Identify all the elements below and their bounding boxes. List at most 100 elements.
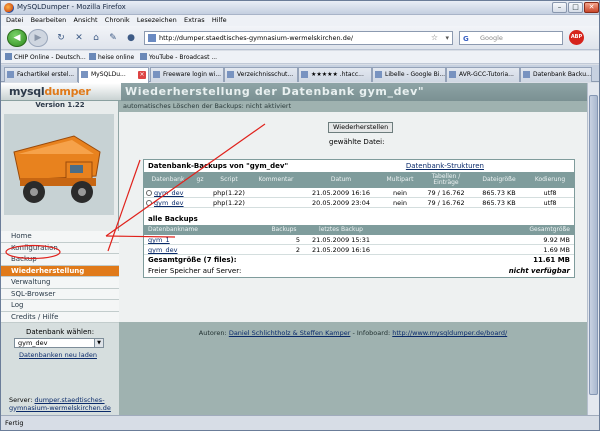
- server-info: Server: dumper.staedtisches-gymnasium-we…: [9, 396, 115, 412]
- tab-4[interactable]: ★★★★★ .htacc...: [298, 67, 372, 82]
- vertical-scrollbar[interactable]: [587, 83, 599, 415]
- table-row[interactable]: gym_dev php(1.22) 20.05.2009 23:04 nein …: [144, 198, 574, 208]
- col-dbname[interactable]: Datenbankname: [144, 225, 262, 235]
- tab-favicon-icon: [523, 71, 530, 78]
- chevron-down-icon[interactable]: ▼: [94, 339, 103, 347]
- url-bar[interactable]: http://dumper.staedtisches-gymnasium-wer…: [144, 31, 453, 45]
- db-structures-link[interactable]: Datenbank-Strukturen: [406, 160, 484, 172]
- tools-icon[interactable]: ✎: [107, 32, 119, 44]
- reload-icon[interactable]: ↻: [55, 32, 67, 44]
- home-icon[interactable]: ⌂: [90, 32, 102, 44]
- backup-radio[interactable]: [146, 200, 152, 206]
- menu-history[interactable]: Chronik: [105, 15, 130, 26]
- col-tables-entries[interactable]: Tabellen / Einträge: [420, 173, 472, 187]
- free-space-label: Freier Speicher auf Server:: [148, 267, 242, 275]
- scrollbar-thumb[interactable]: [589, 95, 598, 395]
- col-script[interactable]: Script: [208, 176, 250, 184]
- col-last-backup[interactable]: letztes Backup: [306, 225, 376, 235]
- col-gz[interactable]: gz: [192, 176, 208, 184]
- bookmark-youtube[interactable]: YouTube - Broadcast ...: [140, 53, 217, 61]
- tab-2[interactable]: Freeware login wi...: [150, 67, 224, 82]
- bookmark-chip[interactable]: CHIP Online - Deutsch...: [5, 53, 86, 61]
- bookmark-heise[interactable]: heise online: [89, 53, 134, 61]
- footer-infoboard-label: - Infoboard:: [352, 329, 391, 337]
- footer-infoboard-link[interactable]: http://www.mysqldumper.de/board/: [392, 329, 507, 337]
- tab-favicon-icon: [449, 71, 456, 78]
- footer-authors-label: Autoren:: [198, 329, 227, 337]
- backups-table: Datenbank-Backups von "gym_dev" Datenban…: [143, 159, 575, 278]
- browser-window: MySQLDumper - Mozilla Firefox – □ ✕ Date…: [0, 0, 600, 431]
- table-row[interactable]: gym_dev php(1.22) 21.05.2009 16:16 nein …: [144, 188, 574, 198]
- tab-favicon-icon: [7, 71, 14, 78]
- search-placeholder: Google: [480, 34, 503, 42]
- menu-help[interactable]: Hilfe: [212, 15, 227, 26]
- title-bar: MySQLDumper - Mozilla Firefox – □ ✕: [1, 1, 599, 15]
- menu-item-configuration[interactable]: Konfiguration: [1, 242, 119, 254]
- menu-item-log[interactable]: Log: [1, 300, 119, 312]
- backup-radio[interactable]: [146, 190, 152, 196]
- forward-icon[interactable]: ▶: [28, 29, 48, 47]
- menu-item-sql-browser[interactable]: SQL-Browser: [1, 288, 119, 300]
- col-comment[interactable]: Kommentar: [250, 176, 302, 184]
- mysqldumper-page: mysqldumper Wiederherstellung der Datenb…: [1, 83, 587, 415]
- col-backups[interactable]: Backups: [262, 225, 306, 235]
- menu-item-backup[interactable]: Backup: [1, 254, 119, 266]
- col-total-size[interactable]: Gesamtgröße: [376, 225, 574, 235]
- close-icon[interactable]: ✕: [584, 2, 599, 13]
- bookmark-favicon-icon: [89, 53, 96, 60]
- tab-7[interactable]: Datenbank Backu...: [520, 67, 592, 82]
- total-size-label: Gesamtgröße (7 files):: [148, 256, 237, 264]
- adblock-icon[interactable]: ABP: [569, 30, 584, 45]
- sync-icon[interactable]: ●: [125, 32, 137, 44]
- main-content: automatisches Löschen der Backups: nicht…: [119, 101, 587, 415]
- tab-1[interactable]: MySQLDu... ×: [78, 67, 149, 83]
- search-input[interactable]: G Google: [459, 31, 563, 45]
- minimize-icon[interactable]: –: [552, 2, 567, 13]
- truck-illustration: [13, 135, 101, 203]
- col-date[interactable]: Datum: [302, 176, 380, 184]
- database-select[interactable]: gym_dev ▼: [14, 338, 104, 348]
- table-row[interactable]: gym_dev 2 21.05.2009 16:16 1.69 MB: [144, 245, 574, 255]
- back-icon[interactable]: ◀: [7, 29, 27, 47]
- backups-column-headers: Datenbank gz Script Kommentar Datum Mult…: [144, 172, 574, 188]
- col-encoding[interactable]: Kodierung: [526, 176, 574, 184]
- menu-view[interactable]: Ansicht: [74, 15, 98, 26]
- tab-favicon-icon: [301, 71, 308, 78]
- menu-bookmarks[interactable]: Lesezeichen: [137, 15, 177, 26]
- col-multipart[interactable]: Multipart: [380, 176, 420, 184]
- menu-item-home[interactable]: Home: [1, 231, 119, 243]
- all-backups-column-headers: Datenbankname Backups letztes Backup Ges…: [144, 225, 574, 235]
- menu-file[interactable]: Datei: [6, 15, 23, 26]
- maximize-icon[interactable]: □: [568, 2, 583, 13]
- restore-button[interactable]: Wiederherstellen: [328, 122, 394, 133]
- tab-favicon-icon: [153, 71, 160, 78]
- database-select-label: Datenbank wählen:: [25, 328, 95, 336]
- total-size-row: Gesamtgröße (7 files): 11.61 MB: [144, 255, 574, 266]
- close-tab-icon[interactable]: ×: [138, 71, 146, 79]
- url-dropdown-icon[interactable]: ▾: [445, 32, 449, 44]
- chosen-file-label: gewählte Datei:: [329, 138, 385, 146]
- reload-databases-link[interactable]: Datenbanken neu laden: [19, 351, 97, 359]
- stop-icon[interactable]: ✕: [73, 32, 85, 44]
- col-database[interactable]: Datenbank: [144, 176, 192, 184]
- tab-3[interactable]: Verzeichnisschut...: [224, 67, 298, 82]
- menu-edit[interactable]: Bearbeiten: [31, 15, 67, 26]
- database-select-value: gym_dev: [18, 339, 48, 347]
- menu-tools[interactable]: Extras: [184, 15, 205, 26]
- app-version: Version 1.22: [35, 101, 85, 109]
- footer-authors-link[interactable]: Daniel Schlichtholz & Steffen Kamper: [229, 329, 351, 337]
- window-title: MySQLDumper - Mozilla Firefox: [17, 3, 126, 11]
- app-logo: mysqldumper: [9, 85, 91, 98]
- tab-favicon-icon: [227, 71, 234, 78]
- tab-6[interactable]: AVR-GCC-Tutoria...: [446, 67, 520, 82]
- menu-item-credits[interactable]: Credits / Hilfe: [1, 311, 119, 323]
- bookmark-star-icon[interactable]: ☆: [431, 32, 438, 44]
- tab-bar: Fachartikel erstel... MySQLDu... × Freewa…: [1, 65, 599, 83]
- bookmark-favicon-icon: [140, 53, 147, 60]
- table-row[interactable]: gym_1 5 21.05.2009 15:31 9.92 MB: [144, 235, 574, 245]
- menu-item-management[interactable]: Verwaltung: [1, 277, 119, 289]
- tab-0[interactable]: Fachartikel erstel...: [4, 67, 78, 82]
- menu-item-restore[interactable]: Wiederherstellung: [1, 265, 119, 277]
- col-filesize[interactable]: Dateigröße: [472, 176, 526, 184]
- tab-5[interactable]: Libelle - Google Bi...: [372, 67, 446, 82]
